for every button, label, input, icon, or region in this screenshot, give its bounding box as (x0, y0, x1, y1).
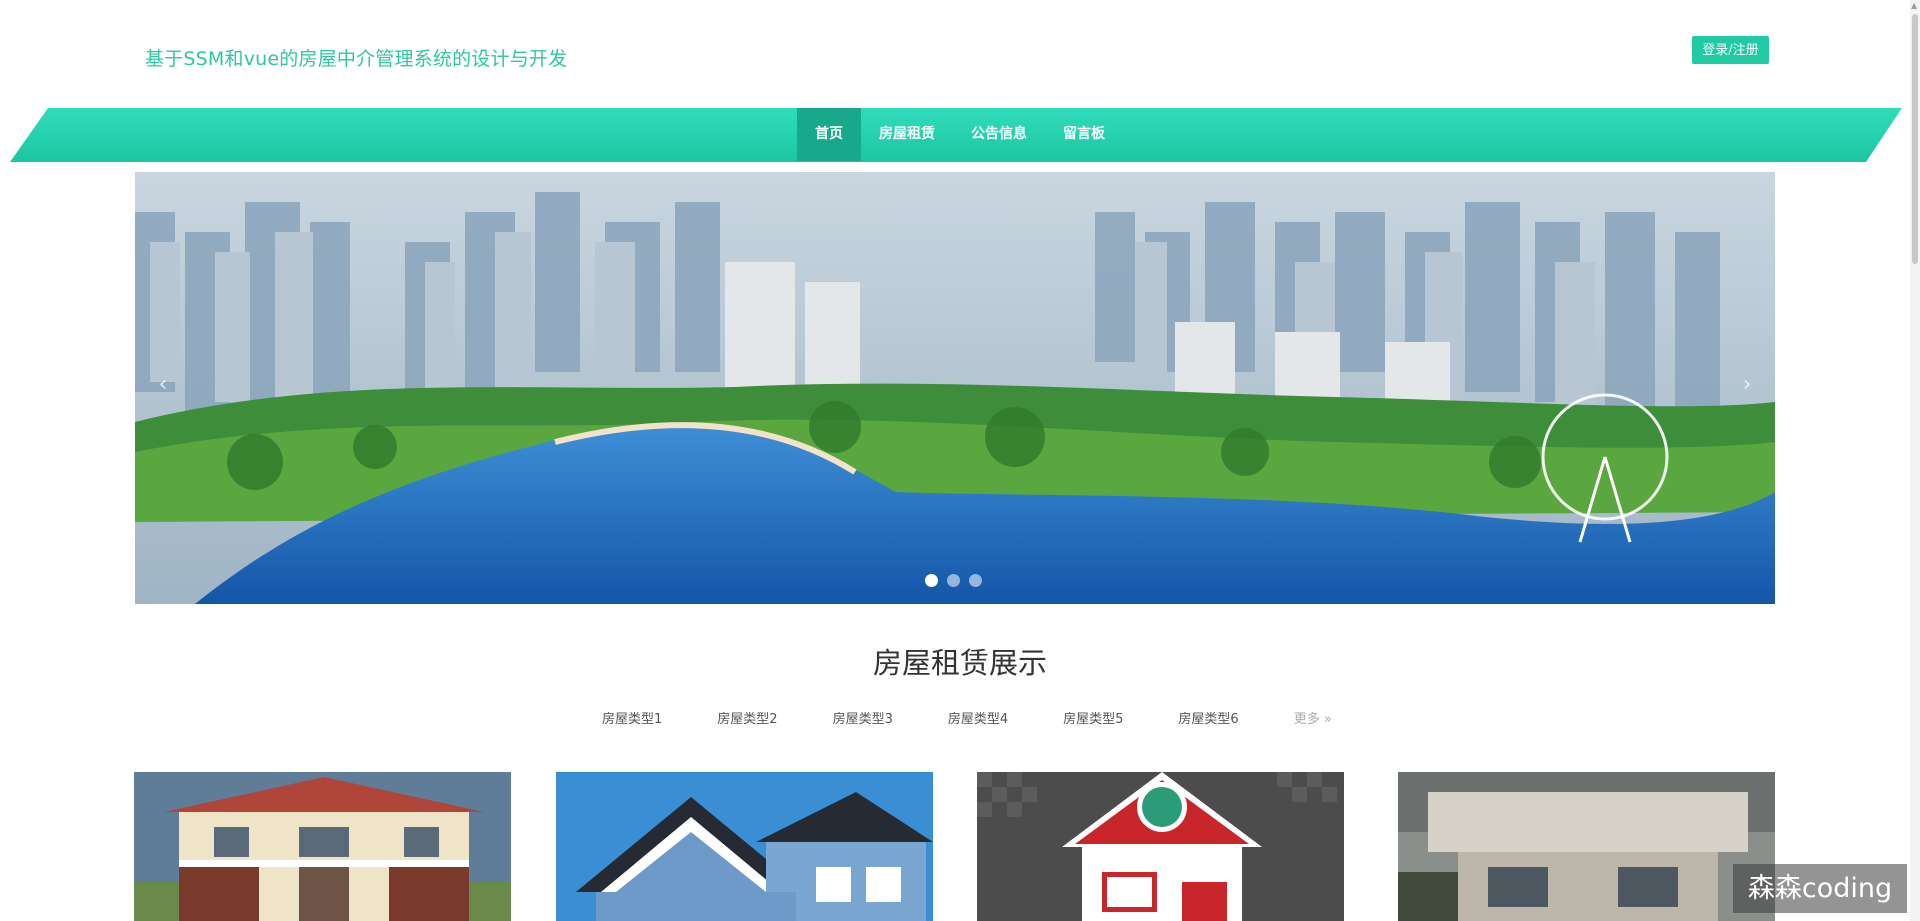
house-card-4[interactable] (1398, 772, 1775, 921)
house-image-blurred-house (1398, 772, 1775, 921)
house-card-2[interactable] (556, 772, 933, 921)
house-image-blue-house (556, 772, 933, 921)
video-watermark: 森森coding (1733, 864, 1907, 913)
site-title: 基于SSM和vue的房屋中介管理系统的设计与开发 (145, 48, 568, 70)
nav-item-message-board[interactable]: 留言板 (1045, 108, 1123, 161)
carousel-prev-arrow-icon[interactable]: ‹ (151, 365, 175, 405)
scrollbar-thumb[interactable] (1912, 14, 1918, 264)
banner-carousel[interactable]: ‹ › (135, 172, 1775, 604)
login-register-button[interactable]: 登录/注册 (1692, 36, 1769, 64)
tab-house-type-1[interactable]: 房屋类型1 (602, 708, 662, 727)
nav-item-announcements[interactable]: 公告信息 (953, 108, 1045, 161)
scroll-up-arrow-icon[interactable]: ▲ (1911, 1, 1917, 10)
tab-house-type-5[interactable]: 房屋类型5 (1063, 708, 1123, 727)
carousel-next-arrow-icon[interactable]: › (1735, 365, 1759, 405)
tab-house-type-2[interactable]: 房屋类型2 (717, 708, 777, 727)
banner-image-city-waterfront (135, 172, 1775, 604)
nav-item-home[interactable]: 首页 (797, 108, 861, 161)
main-nav-bar: 首页 房屋租赁 公告信息 留言板 (0, 108, 1920, 163)
nav-item-house-rental[interactable]: 房屋租赁 (861, 108, 953, 161)
house-card-1[interactable] (134, 772, 511, 921)
tab-house-type-4[interactable]: 房屋类型4 (948, 708, 1008, 727)
carousel-dot-3[interactable] (969, 574, 982, 587)
carousel-dot-2[interactable] (947, 574, 960, 587)
more-link[interactable]: 更多 » (1294, 708, 1332, 727)
house-type-tabs: 房屋类型1 房屋类型2 房屋类型3 房屋类型4 房屋类型5 房屋类型6 更多 » (602, 708, 1332, 727)
section-title: 房屋租赁展示 (872, 646, 1047, 680)
house-card-3[interactable] (977, 772, 1354, 921)
page-scrollbar[interactable]: ▲ (1910, 0, 1920, 921)
carousel-indicators (925, 574, 982, 587)
house-image-cartoon-house (977, 772, 1344, 921)
carousel-dot-1[interactable] (925, 574, 938, 587)
tab-house-type-3[interactable]: 房屋类型3 (833, 708, 893, 727)
tab-house-type-6[interactable]: 房屋类型6 (1178, 708, 1238, 727)
house-image-villa (134, 772, 511, 921)
